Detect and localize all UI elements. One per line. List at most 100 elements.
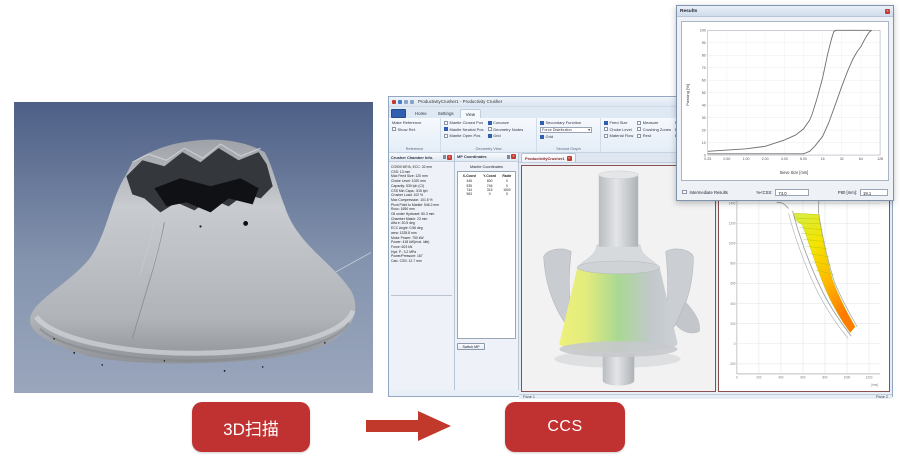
checkbox-material-flow[interactable]: Material Flow [604, 133, 633, 138]
intermediate-results-checkbox[interactable] [682, 190, 687, 195]
checkbox-box[interactable] [488, 121, 492, 125]
table-row: 96300 [459, 192, 514, 196]
switch-mp-button[interactable]: Switch MP [457, 343, 485, 350]
pin-icon[interactable] [507, 155, 510, 159]
svg-text:1.00: 1.00 [743, 157, 750, 161]
chamber-xlabel: [mm] [871, 383, 878, 387]
svg-text:16: 16 [821, 157, 825, 161]
checkbox-mantle-closed-pos[interactable]: Mantle Closed Pos [444, 120, 484, 125]
mp-panel-body: Mantle Coordinates X-Coord Y-Coord Radie… [455, 162, 518, 390]
checkbox-mantle-neutral-pos[interactable]: Mantle Neutral Pos [444, 127, 484, 132]
svg-text:400: 400 [778, 375, 783, 379]
svg-text:8.00: 8.00 [800, 157, 807, 161]
svg-text:32: 32 [840, 157, 844, 161]
checkbox-grid[interactable]: Grid [488, 133, 524, 138]
psd-chart-svg: 0.250.501.002.004.008.001632641280102030… [682, 22, 888, 180]
checkbox-box[interactable] [488, 134, 492, 138]
css-value-field[interactable]: 74.0 [775, 189, 809, 196]
svg-text:20: 20 [702, 128, 706, 132]
checkbox-concave[interactable]: Concave [488, 120, 524, 125]
undo-icon[interactable] [404, 100, 408, 104]
checkbox-mantle-open-pos[interactable]: Mantle Open Pos [444, 133, 484, 138]
svg-text:90: 90 [702, 41, 706, 45]
intermediate-results-label: Intermediate Results [690, 190, 728, 195]
results-window: Results × 0.250.501.002.004.008.00163264… [676, 5, 894, 201]
checkbox-box[interactable] [604, 127, 608, 131]
svg-text:1200: 1200 [866, 375, 873, 379]
info-line: Calc. CSS: 12.7 mm [391, 259, 452, 264]
info-panel-header: Crusher Chamber Info. × [389, 153, 454, 162]
chevron-down-icon: ▾ [588, 127, 590, 132]
close-icon[interactable]: × [511, 154, 516, 159]
results-titlebar: Results × [677, 6, 893, 17]
ccs-step-label: CCS [505, 402, 625, 452]
scan-3d-svg [14, 102, 373, 393]
svg-text:0.25: 0.25 [704, 157, 711, 161]
flow-arrow-icon [366, 410, 452, 442]
pin-icon[interactable] [443, 155, 446, 159]
shaft-top [599, 171, 638, 179]
checkbox-rest[interactable]: Rest [637, 133, 671, 138]
close-icon[interactable]: × [567, 156, 572, 161]
svg-text:80: 80 [702, 54, 706, 58]
save-icon[interactable] [398, 100, 402, 104]
svg-text:400: 400 [730, 302, 735, 306]
checkbox-show-ref[interactable]: Show Ref. [392, 127, 421, 132]
checkbox-box[interactable] [637, 121, 641, 125]
checkbox-geometry-nodes[interactable]: Geometry Nodes [488, 127, 524, 132]
checkbox-box[interactable] [540, 135, 544, 139]
close-icon[interactable]: × [885, 9, 890, 14]
document-tab[interactable]: ProductivityCrusher1 × [521, 153, 576, 162]
svg-text:0.50: 0.50 [723, 157, 730, 161]
svg-text:600: 600 [800, 375, 805, 379]
svg-text:100: 100 [700, 29, 706, 33]
p80-label: P80 [mm]: [838, 190, 857, 195]
checkbox-box[interactable] [444, 121, 448, 125]
svg-text:1000: 1000 [729, 241, 736, 245]
svg-text:600: 600 [730, 282, 735, 286]
checkbox-feed-size[interactable]: Feed Size [604, 120, 633, 125]
redo-icon[interactable] [410, 100, 414, 104]
file-button[interactable] [391, 109, 406, 118]
results-footer: Intermediate Results %<CSS: 74.0 P80 [mm… [677, 185, 893, 199]
mantle-coordinates-label: Mantle Coordinates [457, 165, 516, 169]
p80-value-field[interactable]: 19.1 [860, 189, 888, 196]
svg-text:30: 30 [702, 116, 706, 120]
svg-text:1200: 1200 [729, 221, 736, 225]
ribbon-group-reference: Make Reference Show Ref. Reference [389, 118, 441, 152]
tab-home[interactable]: Home [410, 109, 432, 118]
tab-settings[interactable]: Settings [433, 109, 459, 118]
svg-text:60: 60 [702, 78, 706, 82]
checkbox-box[interactable] [637, 134, 641, 138]
checkbox-box[interactable] [444, 127, 448, 131]
mantle-top-rim [577, 261, 660, 274]
checkbox-box[interactable] [392, 127, 396, 131]
bottom-shaft [603, 353, 635, 385]
svg-text:800: 800 [823, 375, 828, 379]
mantle-coordinates-list[interactable]: X-Coord Y-Coord Radie 4458000 5357460 74… [457, 171, 516, 339]
checkbox-box[interactable] [604, 121, 608, 125]
force-distribution-select[interactable]: Force Distribution ▾ [540, 127, 592, 133]
svg-text:10: 10 [702, 141, 706, 145]
scan-3d-image [14, 102, 373, 393]
checkbox-choke-level[interactable]: Choke Level [604, 127, 633, 132]
ribbon-group-second-graph: Secondary Function Force Distribution ▾ … [537, 118, 601, 152]
checkbox-second-grid[interactable]: Grid [540, 134, 592, 139]
checkbox-box[interactable] [540, 121, 544, 125]
checkbox-box[interactable] [444, 134, 448, 138]
checkbox-crushing-zones[interactable]: Crushing Zones [637, 127, 671, 132]
tab-view[interactable]: View [460, 109, 481, 118]
checkbox-box[interactable] [637, 127, 641, 131]
svg-text:800: 800 [730, 261, 735, 265]
close-icon[interactable]: × [447, 155, 452, 160]
checkbox-measure[interactable]: Measure [637, 120, 671, 125]
main-shaft [599, 174, 638, 247]
checkbox-box[interactable] [488, 127, 492, 131]
svg-text:128: 128 [877, 157, 883, 161]
make-reference-button[interactable]: Make Reference [392, 120, 421, 125]
table-row: 4458000 [459, 179, 514, 183]
svg-text:2.00: 2.00 [762, 157, 769, 161]
checkbox-secondary-function[interactable]: Secondary Function [540, 120, 592, 125]
results-title: Results [680, 9, 697, 14]
checkbox-box[interactable] [604, 134, 608, 138]
